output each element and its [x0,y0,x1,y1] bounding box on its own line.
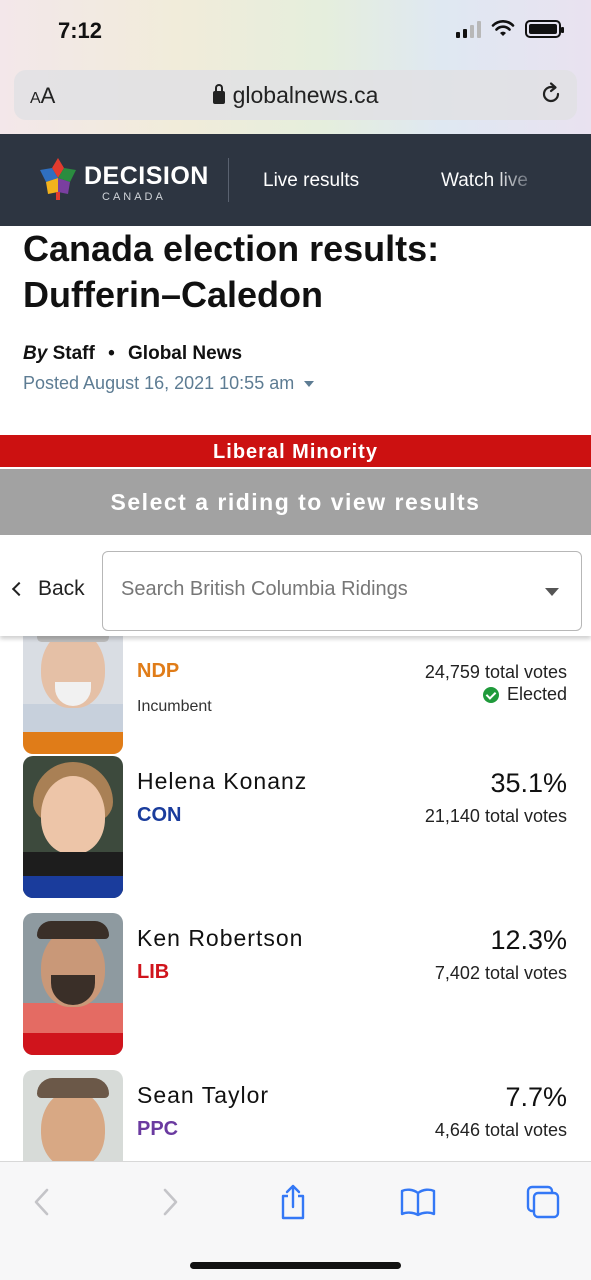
candidate-percent: 12.3% [490,925,567,955]
page-title: Canada election results: Dufferin–Caledo… [23,228,440,315]
browser-back-button[interactable] [22,1182,62,1222]
reload-icon[interactable] [537,80,565,108]
author-name[interactable]: Staff [53,343,95,364]
back-label: Back [38,577,85,600]
candidate-votes: 24,759 total votes [424,662,567,682]
battery-icon [525,20,564,38]
riding-search-input[interactable] [121,574,521,604]
book-icon [400,1188,436,1217]
candidate-party: CON [137,804,182,826]
elected-label: Elected [506,684,567,704]
riding-search-panel: Back [0,537,591,636]
browser-chrome: 7:12 AA globalnews.ca [0,0,591,134]
decision-canada-logo[interactable]: DECISION CANADA [34,156,209,206]
candidate-name: Sean Taylor [137,1082,270,1108]
share-button[interactable] [273,1182,313,1222]
share-icon [281,1184,305,1220]
lock-icon [212,84,225,104]
candidate-percent: 35.1% [490,768,567,798]
url-text: globalnews.ca [232,82,379,108]
result-banner: Liberal Minority [0,435,591,467]
candidate-photo [23,756,123,898]
address-bar[interactable]: AA globalnews.ca [14,70,577,120]
logo-wordmark: DECISION [84,162,209,190]
candidate-votes: 4,646 total votes [434,1120,567,1140]
back-button[interactable]: Back [10,577,85,601]
candidate-results-list: NDP 24,759 total votes Incumbent Elected… [0,636,591,1161]
logo-subtitle: CANADA [102,191,166,203]
candidate-party: NDP [137,660,180,682]
posted-date-text: Posted August 16, 2021 10:55 am [23,373,295,393]
tabs-icon [526,1185,560,1219]
maple-leaf-logo-icon [40,158,76,200]
outlet-name[interactable]: Global News [128,343,242,364]
url-display[interactable]: globalnews.ca [14,82,577,109]
candidate-row[interactable]: Helena Konanz CON 35.1% 21,140 total vot… [0,756,591,902]
candidate-row[interactable]: Ken Robertson LIB 12.3% 7,402 total vote… [0,913,591,1059]
status-time: 7:12 [58,18,103,43]
candidate-party: LIB [137,961,170,983]
nav-watch-live[interactable]: Watch live [441,170,528,192]
candidate-row[interactable]: NDP 24,759 total votes Incumbent Elected [0,636,591,758]
candidate-photo [23,636,123,754]
candidate-name: Helena Konanz [137,768,308,794]
party-color-band [23,876,123,898]
bookmarks-button[interactable] [398,1182,438,1222]
candidate-photo [23,913,123,1055]
browser-forward-button[interactable] [150,1182,190,1222]
candidate-name: Ken Robertson [137,925,304,951]
status-icons [456,20,564,38]
wifi-icon [491,20,515,36]
candidate-party: PPC [137,1118,179,1140]
chevron-left-icon [34,1188,49,1216]
byline-prefix: By [23,343,48,364]
party-color-band [23,732,123,754]
select-riding-button[interactable]: Select a riding to view results [0,469,591,535]
nav-live-results[interactable]: Live results [263,170,359,192]
nav-divider [228,158,229,202]
signal-icon [456,20,481,38]
candidate-votes: 7,402 total votes [434,963,567,983]
elected-status: Elected [482,684,567,705]
candidate-percent: 7.7% [505,1082,567,1112]
byline-separator: • [108,343,115,364]
party-color-band [23,1033,123,1055]
riding-search-dropdown[interactable] [102,551,582,631]
incumbent-label: Incumbent [137,698,212,715]
caret-down-icon [304,381,315,388]
chevron-down-icon[interactable] [545,588,559,596]
home-indicator [190,1262,401,1269]
site-navbar: DECISION CANADA Live results Watch live [0,134,591,226]
candidate-votes: 21,140 total votes [424,806,567,826]
tabs-button[interactable] [523,1182,563,1222]
byline: By Staff • Global News [23,343,242,365]
candidate-row[interactable]: Sean Taylor PPC 7.7% 4,646 total votes [0,1070,591,1161]
posted-date[interactable]: Posted August 16, 2021 10:55 am [23,373,315,394]
candidate-photo [23,1070,123,1161]
chevron-left-icon [11,581,27,597]
checkmark-icon [482,686,499,703]
chevron-right-icon [163,1188,178,1216]
